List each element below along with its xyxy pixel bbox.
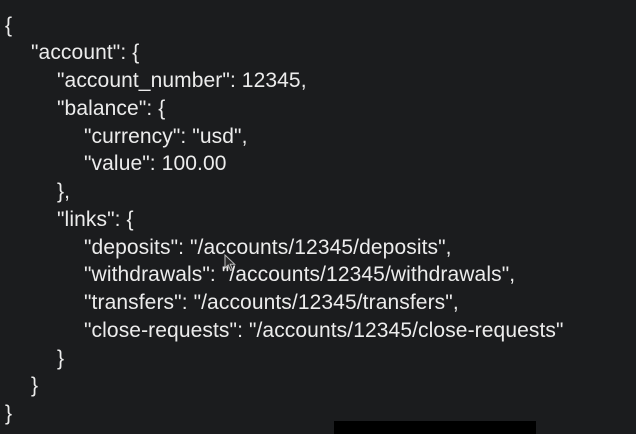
code-line: "links": { bbox=[57, 208, 134, 231]
caption-overlay bbox=[334, 421, 536, 434]
code-line: }, bbox=[57, 180, 71, 203]
code-line: } bbox=[5, 402, 13, 425]
code-line: "currency": "usd", bbox=[84, 125, 248, 148]
code-line: "close-requests": "/accounts/12345/close… bbox=[84, 319, 564, 342]
code-line: { bbox=[5, 14, 13, 37]
code-line: "account": { bbox=[31, 41, 140, 64]
code-line: "account_number": 12345, bbox=[57, 69, 307, 92]
code-line: "balance": { bbox=[57, 97, 166, 120]
code-line: } bbox=[31, 374, 39, 397]
code-screen: { "account": { "account_number": 12345, … bbox=[0, 0, 636, 434]
code-line: "value": 100.00 bbox=[84, 152, 227, 175]
code-line: "deposits": "/accounts/12345/deposits", bbox=[84, 236, 452, 259]
arrow-pointer-icon bbox=[224, 253, 236, 272]
code-line: } bbox=[57, 347, 65, 370]
code-line: "transfers": "/accounts/12345/transfers"… bbox=[84, 291, 459, 314]
code-line: "withdrawals": "/accounts/12345/withdraw… bbox=[84, 263, 516, 286]
